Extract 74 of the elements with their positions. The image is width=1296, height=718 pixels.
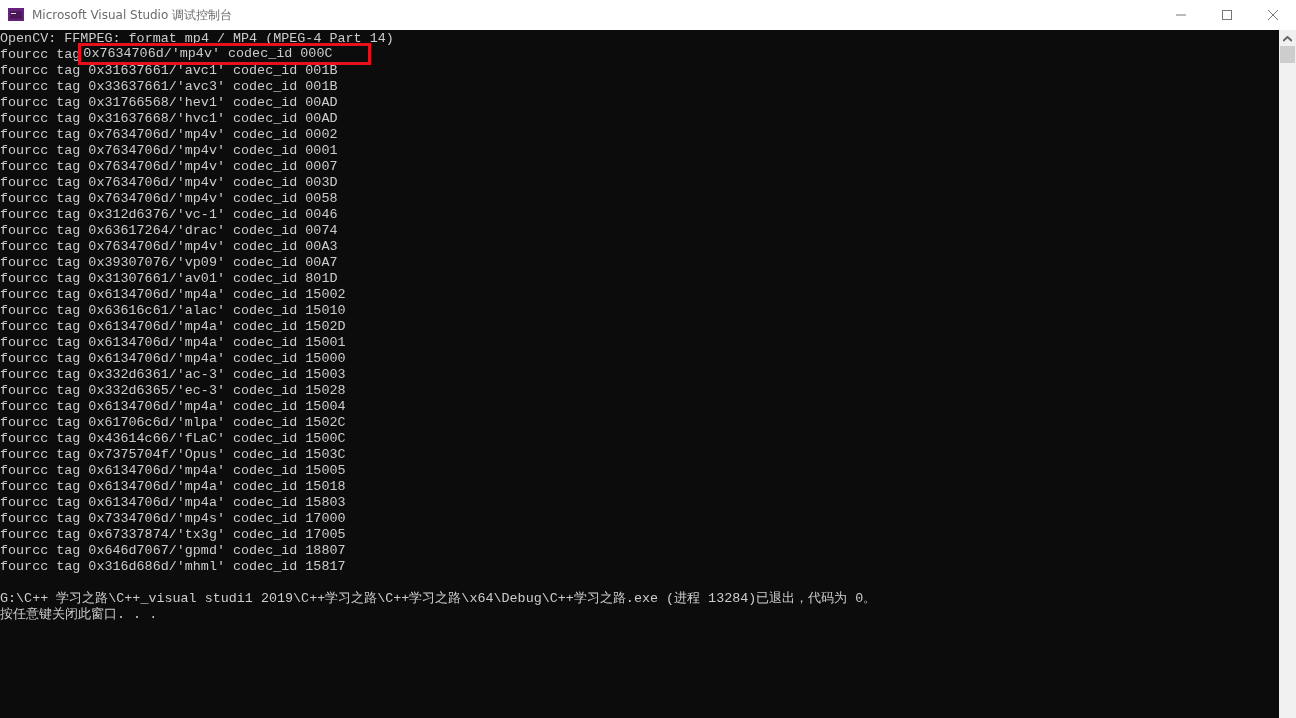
console-text: 0x7634706d/'mp4v' codec_id 0002 — [88, 127, 338, 143]
console-text: fourcc tag — [0, 463, 81, 479]
console-text: 0x7634706d/'mp4v' codec_id 0007 — [88, 159, 338, 175]
scrollbar[interactable] — [1279, 30, 1296, 718]
console-text: 0x6134706d/'mp4a' codec_id 15005 — [88, 463, 346, 479]
console-text: 0x61706c6d/'mlpa' codec_id 1502C — [88, 415, 346, 431]
console-text: fourcc tag — [0, 383, 81, 399]
console-text: 0x6134706d/'mp4a' codec_id 15018 — [88, 479, 346, 495]
console-app-icon — [8, 7, 24, 23]
console-text: fourcc tag — [0, 127, 81, 143]
console-text: 0x63617264/'drac' codec_id 0074 — [88, 223, 338, 239]
console-text: 0x7375704f/'Opus' codec_id 1503C — [88, 447, 346, 463]
console-text: 0x43614c66/'fLaC' codec_id 1500C — [88, 431, 346, 447]
console-text: fourcc tag — [0, 367, 81, 383]
console-text: fourcc tag — [0, 559, 81, 575]
scroll-thumb[interactable] — [1280, 46, 1295, 63]
console-text: 0x7634706d/'mp4v' codec_id 003D — [88, 175, 338, 191]
console-text: fourcc tag — [0, 431, 81, 447]
console-text: 0x33637661/'avc3' codec_id 001B — [88, 79, 338, 95]
console-text: 0x31637661/'avc1' codec_id 001B — [88, 63, 338, 79]
console-text: fourcc tag — [0, 143, 81, 159]
console-text: fourcc tag — [0, 271, 81, 287]
console-text: fourcc tag — [0, 415, 81, 431]
console-text: fourcc tag — [0, 159, 81, 175]
console-text: fourcc tag — [0, 495, 81, 511]
console-text: 0x6134706d/'mp4a' codec_id 15002 — [88, 287, 346, 303]
console-text: fourcc tag — [0, 111, 81, 127]
console-text: 0x63616c61/'alac' codec_id 15010 — [88, 303, 346, 319]
scroll-up-icon[interactable] — [1283, 36, 1292, 42]
console-text: 0x332d6361/'ac-3' codec_id 15003 — [88, 367, 346, 383]
console-text: 0x67337874/'tx3g' codec_id 17005 — [88, 527, 346, 543]
close-icon — [1268, 10, 1278, 20]
console-text: 0x6134706d/'mp4a' codec_id 15001 — [88, 335, 346, 351]
console-text: fourcc tag — [0, 511, 81, 527]
console-text: fourcc tag — [0, 303, 81, 319]
console-text: fourcc tag — [0, 319, 81, 335]
window-title: Microsoft Visual Studio 调试控制台 — [32, 6, 234, 24]
highlight-box: 0x7634706d/'mp4v' codec_id 000C — [78, 43, 372, 65]
console-text: 0x6134706d/'mp4a' codec_id 15803 — [88, 495, 346, 511]
console-text: fourcc tag — [0, 207, 81, 223]
console-text: fourcc tag — [0, 63, 81, 79]
console-text: 0x6134706d/'mp4a' codec_id 15004 — [88, 399, 346, 415]
console-text: 0x31637668/'hvc1' codec_id 00AD — [88, 111, 338, 127]
console-text: fourcc tag — [0, 335, 81, 351]
console-text: 0x7634706d/'mp4v' codec_id 00A3 — [88, 239, 338, 255]
console-text: 0x7634706d/'mp4v' codec_id 0058 — [88, 191, 338, 207]
console-text: fourcc tag — [0, 543, 81, 559]
console-text: fourcc tag — [0, 287, 81, 303]
console-text: fourcc tag — [0, 447, 81, 463]
console-text: fourcc tag — [0, 399, 81, 415]
console-text: 0x7634706d/'mp4v' codec_id 0001 — [88, 143, 338, 159]
console-text: fourcc tag — [0, 239, 81, 255]
console-text: 0x646d7067/'gpmd' codec_id 18807 — [88, 543, 346, 559]
console-text: fourcc tag — [0, 255, 81, 271]
console-text: 0x7334706d/'mp4s' codec_id 17000 — [88, 511, 346, 527]
console-text: 0x316d686d/'mhml' codec_id 15817 — [88, 559, 346, 575]
console-text: fourcc tag — [0, 79, 81, 95]
console-text: 0x312d6376/'vc-1' codec_id 0046 — [88, 207, 338, 223]
console-text: fourcc tag — [0, 527, 81, 543]
console-line: G:\C++ 学习之路\C++_visual studi1 2019\C++学习之路\C++学习之路\x64\Debug\C++学习之路.exe (进程 13284)已退出，代码为 0。 — [0, 591, 877, 607]
console-text: fourcc tag — [0, 479, 81, 495]
console-text: fourcc tag — [0, 191, 81, 207]
console-text: fourcc tag — [0, 175, 81, 191]
console-text: 0x6134706d/'mp4a' codec_id 15000 — [88, 351, 346, 367]
console-text: fourcc tag — [0, 351, 81, 367]
console-text: 0x332d6365/'ec-3' codec_id 15028 — [88, 383, 346, 399]
console-text: 0x31766568/'hev1' codec_id 00AD — [88, 95, 338, 111]
console-text: fourcc tag — [0, 223, 81, 239]
console-text: fourcc tag — [0, 95, 81, 111]
console-text: 0x39307076/'vp09' codec_id 00A7 — [88, 255, 338, 271]
console-text: 0x6134706d/'mp4a' codec_id 1502D — [88, 319, 346, 335]
console-text: 0x31307661/'av01' codec_id 801D — [88, 271, 338, 287]
maximize-icon — [1222, 10, 1232, 20]
console-line: 按任意键关闭此窗口. . . — [0, 607, 158, 623]
